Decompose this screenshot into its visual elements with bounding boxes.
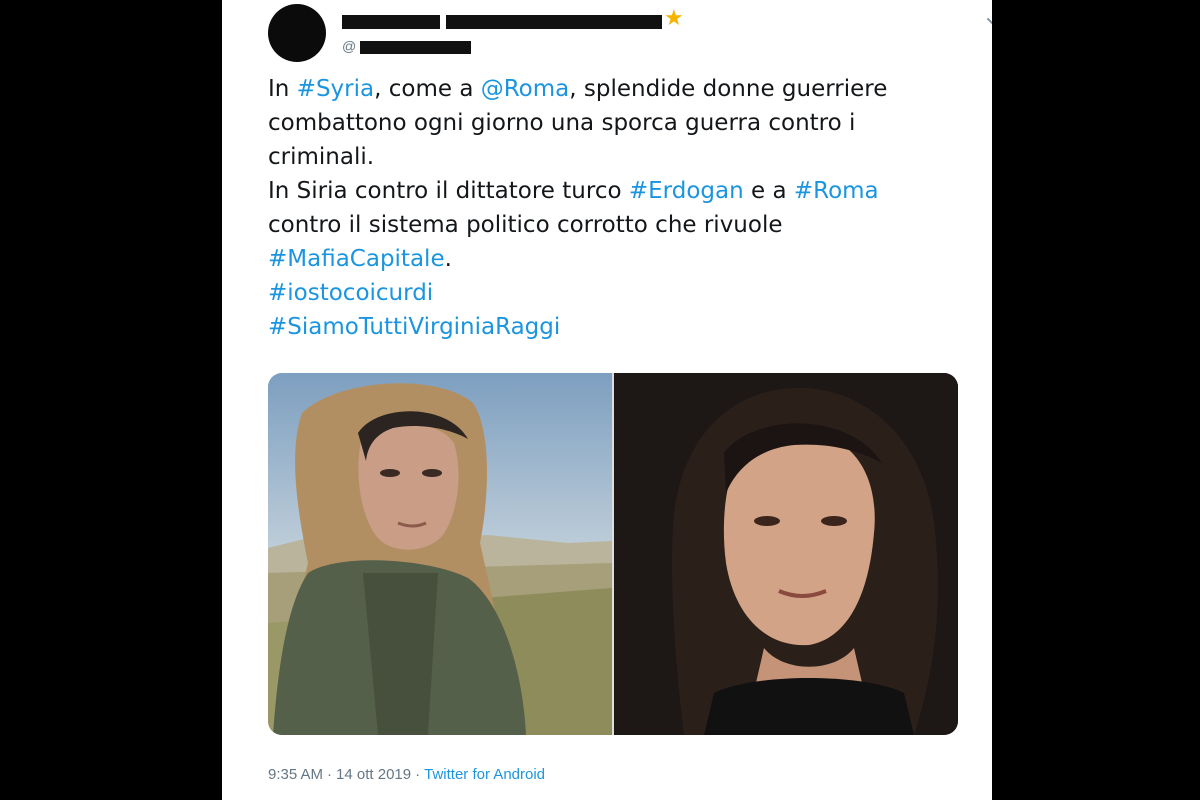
- mention-link[interactable]: @Roma: [481, 76, 570, 102]
- tweet-text-segment: contro il sistema politico corrotto che …: [268, 212, 783, 238]
- tweet-text: In #Syria, come a @Roma, splendide donne…: [268, 72, 968, 344]
- hashtag-link[interactable]: #MafiaCapitale: [268, 246, 445, 272]
- tweet-text-line: In #Syria, come a @Roma, splendide donne…: [268, 72, 968, 106]
- tweet-text-segment: criminali.: [268, 144, 375, 170]
- tweet-header: ★ @: [268, 4, 992, 62]
- hashtag-link[interactable]: #Erdogan: [629, 178, 744, 204]
- media-grid: [268, 373, 958, 735]
- tweet-text-segment: , come a: [374, 76, 481, 102]
- tweet-source-link[interactable]: Twitter for Android: [424, 766, 545, 783]
- tweet-text-segment: e a: [743, 178, 794, 204]
- photo-fighter[interactable]: [268, 373, 612, 735]
- tweet-meta: 9:35 AM · 14 ott 2019 · Twitter for Android: [268, 766, 545, 783]
- star-icon: ★: [664, 6, 684, 31]
- redacted-handle: [360, 41, 471, 54]
- meta-separator-2: ·: [415, 766, 421, 783]
- tweet-text-segment: combattono ogni giorno una sporca guerra…: [268, 110, 856, 136]
- tweet-text-line: combattono ogni giorno una sporca guerra…: [268, 106, 968, 140]
- chevron-down-icon[interactable]: [984, 12, 992, 32]
- avatar[interactable]: [268, 4, 326, 62]
- tweet-text-segment: In: [268, 76, 297, 102]
- tweet-text-line: #MafiaCapitale.: [268, 242, 968, 276]
- meta-separator: ·: [327, 766, 333, 783]
- tweet-text-segment: In Siria contro il dittatore turco: [268, 178, 629, 204]
- tweet-card: ★ @ In #Syria, come a @Roma, splendide d…: [222, 0, 992, 800]
- hashtag-link[interactable]: #Roma: [794, 178, 879, 204]
- tweet-text-line: #SiamoTuttiVirginiaRaggi: [268, 310, 968, 344]
- handle-prefix: @: [342, 38, 357, 54]
- tweet-text-line: In Siria contro il dittatore turco #Erdo…: [268, 174, 968, 208]
- hashtag-link[interactable]: #Syria: [297, 76, 374, 102]
- tweet-text-segment: , splendide donne guerriere: [569, 76, 888, 102]
- hashtag-link[interactable]: #SiamoTuttiVirginiaRaggi: [268, 314, 560, 340]
- tweet-text-line: criminali.: [268, 140, 968, 174]
- tweet-date[interactable]: 14 ott 2019: [336, 766, 411, 783]
- tweet-text-line: contro il sistema politico corrotto che …: [268, 208, 968, 242]
- author-name[interactable]: ★: [342, 8, 684, 30]
- hashtag-link[interactable]: #iostocoicurdi: [268, 280, 433, 306]
- tweet-time[interactable]: 9:35 AM: [268, 766, 323, 783]
- tweet-text-line: #iostocoicurdi: [268, 276, 968, 310]
- photo-woman[interactable]: [614, 373, 958, 735]
- redacted-name: [342, 15, 662, 29]
- tweet-text-segment: .: [444, 246, 452, 272]
